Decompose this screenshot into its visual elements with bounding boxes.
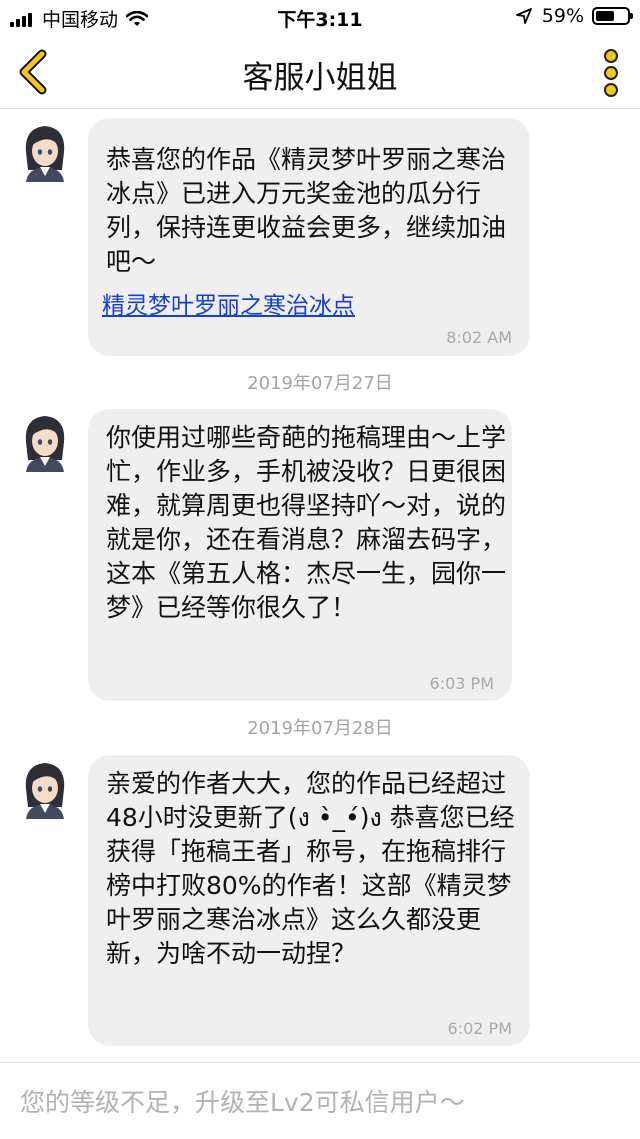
message-link[interactable]: 精灵梦叶罗丽之寒治冰点 (102, 286, 355, 320)
message-text: 亲爱的作者大大，您的作品已经超过48小时没更新了(ง •̀_•́)ง 恭喜您已经… (106, 769, 515, 968)
message-text: 你使用过哪些奇葩的拖稿理由～上学忙，作业多，手机被没收？日更很困难，就算周更也得… (106, 423, 507, 622)
battery-icon (592, 7, 633, 25)
status-bar: 中国移动 下午3:11 59% (0, 0, 640, 36)
avatar[interactable] (22, 122, 68, 182)
input-placeholder: 您的等级不足，升级至Lv2可私信用户～ (20, 1088, 465, 1117)
message-bubble: 恭喜您的作品《精灵梦叶罗丽之寒治冰点》已进入万元奖金池的瓜分行列，保持连更收益会… (88, 118, 530, 356)
battery-level (596, 11, 614, 21)
avatar[interactable] (22, 759, 68, 819)
battery-percent: 59% (541, 5, 584, 27)
message-time: 6:03 PM (429, 674, 494, 693)
avatar[interactable] (22, 412, 68, 472)
location-arrow-icon (515, 8, 532, 24)
message-bubble: 你使用过哪些奇葩的拖稿理由～上学忙，作业多，手机被没收？日更很困难，就算周更也得… (88, 409, 512, 701)
more-vertical-icon (604, 49, 618, 97)
message-bubble: 亲爱的作者大大，您的作品已经超过48小时没更新了(ง •̀_•́)ง 恭喜您已经… (88, 755, 530, 1046)
chat-screen: 中国移动 下午3:11 59% 客服小姐姐 恭喜您的作品《精灵梦叶罗丽之寒治冰点… (0, 0, 640, 1139)
status-right: 59% (515, 5, 633, 27)
message-text: 恭喜您的作品《精灵梦叶罗丽之寒治冰点》已进入万元奖金池的瓜分行列，保持连更收益会… (106, 145, 507, 276)
more-button[interactable] (600, 48, 622, 98)
message-time: 8:02 AM (446, 328, 512, 347)
message-time: 6:02 PM (447, 1019, 512, 1038)
input-bar[interactable]: 您的等级不足，升级至Lv2可私信用户～ (0, 1062, 640, 1139)
date-separator: 2019年07月27日 (247, 373, 393, 394)
nav-bar: 客服小姐姐 (0, 36, 640, 109)
date-separator: 2019年07月28日 (247, 718, 393, 739)
page-title: 客服小姐姐 (242, 60, 398, 96)
